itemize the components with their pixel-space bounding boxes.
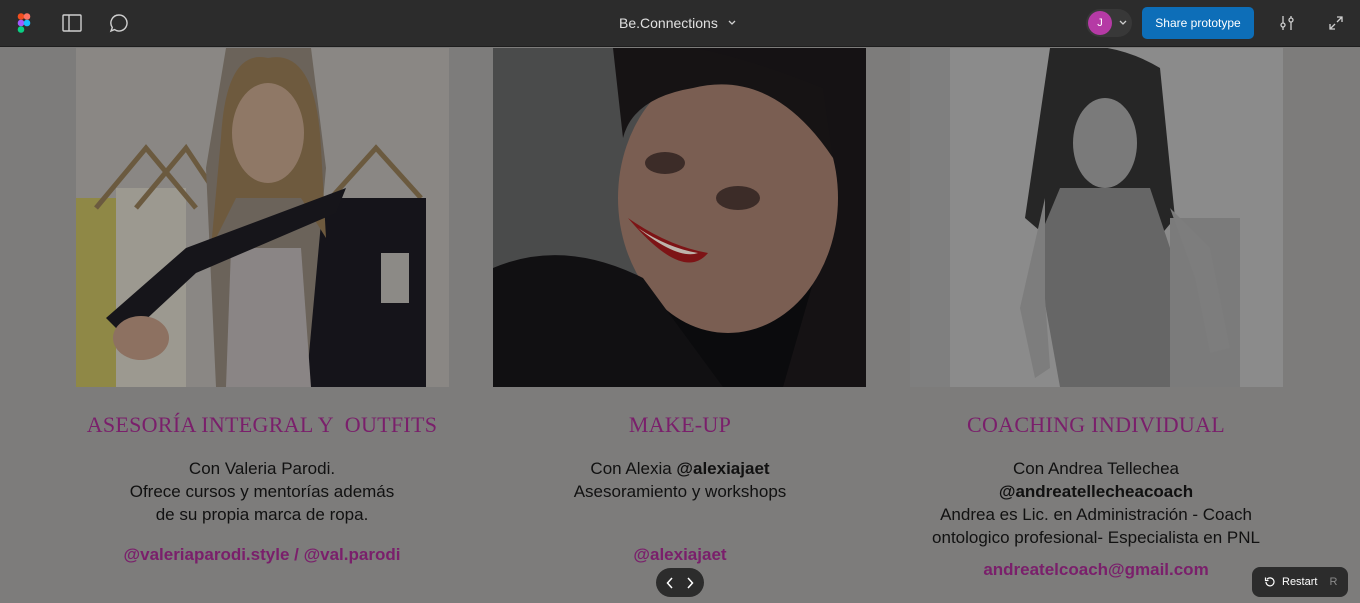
sidebar-panel-icon[interactable]: [60, 11, 84, 35]
prototype-navigation: [656, 568, 704, 597]
andrea-photo: [910, 48, 1283, 387]
keyboard-shortcut: R: [1329, 576, 1338, 588]
next-frame-button[interactable]: [681, 572, 699, 594]
share-prototype-button[interactable]: Share prototype: [1142, 7, 1254, 39]
card-title-asesoria: ASESORÍA INTEGRAL Y OUTFITS: [86, 412, 438, 437]
instagram-handle: @andreatellecheacoach: [998, 482, 1194, 501]
chevron-down-icon: [728, 20, 736, 25]
avatar: J: [1088, 11, 1112, 35]
card-description-coaching: Con Andrea Tellechea @andreatellecheacoa…: [886, 457, 1306, 549]
comment-icon[interactable]: [107, 11, 131, 35]
social-link-alexia[interactable]: @alexiajaet: [470, 545, 890, 565]
chevron-down-icon: [1119, 20, 1127, 25]
social-link-valeria[interactable]: @valeriaparodi.style / @val.parodi: [52, 545, 472, 565]
file-title: Be.Connections: [619, 15, 718, 31]
file-title-dropdown[interactable]: Be.Connections: [619, 15, 736, 31]
card-description-makeup: Con Alexia @alexiajaet Asesoramiento y w…: [470, 457, 890, 503]
sliders-icon[interactable]: [1275, 11, 1299, 35]
restart-icon: [1264, 577, 1275, 587]
restart-button[interactable]: Restart R: [1252, 567, 1348, 597]
description-line: Ofrece cursos y mentorías además: [129, 482, 395, 501]
user-menu[interactable]: J: [1086, 9, 1132, 37]
alexia-photo: [493, 48, 866, 387]
description-line: Asesoramiento y workshops: [573, 482, 787, 501]
valeria-photo: [76, 48, 449, 387]
chevron-left-icon: [666, 576, 673, 589]
card-title-coaching: COACHING INDIVIDUAL: [966, 412, 1226, 437]
instagram-handle: @alexiajaet: [676, 459, 770, 478]
expand-icon[interactable]: [1324, 11, 1348, 35]
description-text: Con Alexia: [590, 459, 677, 478]
description-line: Con Valeria Parodi.: [188, 459, 336, 478]
previous-frame-button[interactable]: [661, 572, 679, 594]
chevron-right-icon: [687, 576, 694, 589]
card-description-asesoria: Con Valeria Parodi. Ofrece cursos y ment…: [52, 457, 472, 526]
prototype-toolbar: Be.Connections J Share prototype: [0, 0, 1360, 47]
description-line: Con Andrea Tellechea: [1012, 459, 1180, 478]
description-line: de su propia marca de ropa.: [155, 505, 369, 524]
description-line: Andrea es Lic. en Administración - Coach: [940, 505, 1252, 524]
description-line: Con Alexia @alexiajaet: [470, 457, 890, 480]
figma-logo-icon[interactable]: [12, 11, 36, 35]
card-title-makeup: MAKE-UP: [628, 412, 732, 437]
restart-label: Restart: [1282, 576, 1318, 588]
description-line: ontologico profesional- Especialista en …: [932, 528, 1260, 547]
email-link-andrea[interactable]: andreatelcoach@gmail.com: [886, 560, 1306, 580]
